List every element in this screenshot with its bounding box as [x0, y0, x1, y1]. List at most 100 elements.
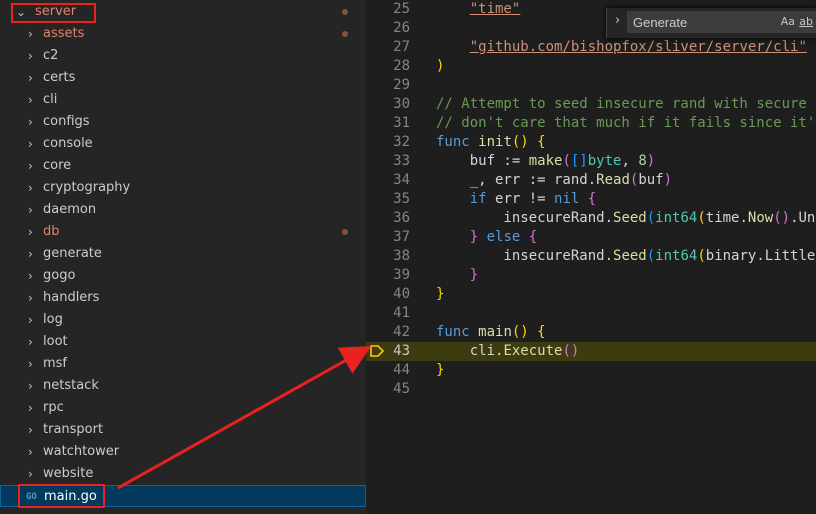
code-line[interactable]: 33 buf := make([]byte, 8): [366, 152, 816, 171]
chevron-right-icon: ›: [28, 291, 33, 305]
code-token: {: [528, 229, 538, 245]
line-number: 29: [393, 77, 410, 93]
code-token: int64: [655, 248, 698, 264]
code-token: "time": [469, 1, 521, 17]
modified-dot-icon: [342, 9, 348, 15]
code-token: buf :=: [436, 153, 529, 169]
highlight-box-main-go: [18, 484, 105, 508]
line-number: 41: [393, 305, 410, 321]
folder-label: handlers: [43, 290, 100, 305]
code-text: func main() {: [436, 323, 546, 342]
whole-word-toggle[interactable]: ab: [799, 15, 813, 28]
folder-label: msf: [43, 356, 68, 371]
folder-certs[interactable]: › certs: [0, 67, 366, 89]
folder-watchtower[interactable]: › watchtower: [0, 441, 366, 463]
folder-daemon[interactable]: › daemon: [0, 199, 366, 221]
code-line[interactable]: 28): [366, 57, 816, 76]
code-token: ): [646, 153, 656, 169]
folder-db[interactable]: › db: [0, 221, 366, 243]
code-line[interactable]: 44}: [366, 361, 816, 380]
folder-label: db: [43, 224, 60, 239]
folder-c2[interactable]: › c2: [0, 45, 366, 67]
breakpoint-arrow-icon[interactable]: [370, 344, 384, 358]
folder-msf[interactable]: › msf: [0, 353, 366, 375]
code-line[interactable]: 40}: [366, 285, 816, 304]
line-number: 36: [393, 210, 410, 226]
line-number: 38: [393, 248, 410, 264]
chevron-right-icon: ›: [28, 27, 33, 41]
code-token: func: [436, 324, 479, 340]
folder-generate[interactable]: › generate: [0, 243, 366, 265]
line-number: 34: [393, 172, 410, 188]
chevron-right-icon: ›: [28, 225, 33, 239]
folder-netstack[interactable]: › netstack: [0, 375, 366, 397]
folder-rpc[interactable]: › rpc: [0, 397, 366, 419]
code-line[interactable]: 39 }: [366, 266, 816, 285]
code-line[interactable]: 41: [366, 304, 816, 323]
code-line[interactable]: 30 // Attempt to seed insecure rand with …: [366, 95, 816, 114]
folder-gogo[interactable]: › gogo: [0, 265, 366, 287]
code-token: {: [587, 191, 597, 207]
chevron-right-icon[interactable]: ›: [615, 13, 620, 28]
code-text: insecureRand.Seed(int64(time.Now().Un: [436, 209, 815, 228]
code-token: ,: [621, 153, 639, 169]
code-token: (: [646, 210, 656, 226]
code-token: nil: [554, 191, 588, 207]
code-line[interactable]: 32 func init() {: [366, 133, 816, 152]
folder-label: c2: [43, 48, 59, 63]
code-token: ): [436, 58, 445, 74]
code-line[interactable]: 29: [366, 76, 816, 95]
folder-label: rpc: [43, 400, 64, 415]
folder-cli[interactable]: › cli: [0, 89, 366, 111]
code-line[interactable]: 45: [366, 380, 816, 399]
code-token: main: [478, 324, 512, 340]
code-line[interactable]: 31 // don't care that much if it fails si…: [366, 114, 816, 133]
chevron-right-icon: ›: [28, 269, 33, 283]
folder-assets[interactable]: › assets: [0, 23, 366, 45]
chevron-right-icon: ›: [28, 423, 33, 437]
chevron-right-icon: ›: [28, 467, 33, 481]
code-text: cli.Execute(): [436, 342, 580, 361]
code-text: insecureRand.Seed(int64(binary.Little: [436, 247, 815, 266]
code-token: (: [562, 153, 571, 169]
folder-transport[interactable]: › transport: [0, 419, 366, 441]
code-token: cli.: [436, 343, 504, 359]
line-number: 28: [393, 58, 410, 74]
folder-configs[interactable]: › configs: [0, 111, 366, 133]
folder-cryptography[interactable]: › cryptography: [0, 177, 366, 199]
folder-label: gogo: [43, 268, 76, 283]
code-line[interactable]: 38 insecureRand.Seed(int64(binary.Little: [366, 247, 816, 266]
folder-loot[interactable]: › loot: [0, 331, 366, 353]
line-number: 31: [393, 115, 410, 131]
match-case-toggle[interactable]: Aa: [781, 15, 795, 28]
code-token: }: [469, 229, 479, 245]
line-number: 26: [393, 20, 410, 36]
code-text: }: [436, 266, 478, 285]
folder-label: configs: [43, 114, 90, 129]
line-number: 27: [393, 39, 410, 55]
code-line[interactable]: 43 cli.Execute(): [366, 342, 816, 361]
folder-website[interactable]: › website: [0, 463, 366, 485]
folder-label: daemon: [43, 202, 97, 217]
code-line[interactable]: 37 } else {: [366, 228, 816, 247]
folder-label: transport: [43, 422, 104, 437]
code-line[interactable]: 34 _, err := rand.Read(buf): [366, 171, 816, 190]
folder-log[interactable]: › log: [0, 309, 366, 331]
code-line[interactable]: 27 "github.com/bishopfox/sliver/server/c…: [366, 38, 816, 57]
folder-console[interactable]: › console: [0, 133, 366, 155]
code-token: ): [663, 172, 673, 188]
code-line[interactable]: 35 if err != nil {: [366, 190, 816, 209]
folder-core[interactable]: › core: [0, 155, 366, 177]
code-line[interactable]: 42 func main() {: [366, 323, 816, 342]
code-token: (: [697, 210, 706, 226]
folder-handlers[interactable]: › handlers: [0, 287, 366, 309]
code-line[interactable]: 36 insecureRand.Seed(int64(time.Now().Un: [366, 209, 816, 228]
chevron-right-icon: ›: [28, 401, 33, 415]
code-token: int64: [655, 210, 698, 226]
code-token: () {: [511, 324, 546, 340]
chevron-right-icon: ›: [28, 379, 33, 393]
chevron-right-icon: ›: [28, 357, 33, 371]
code-editor[interactable]: 25 "time" 26 27 "github.com/bishopfox/sliv…: [366, 0, 816, 514]
